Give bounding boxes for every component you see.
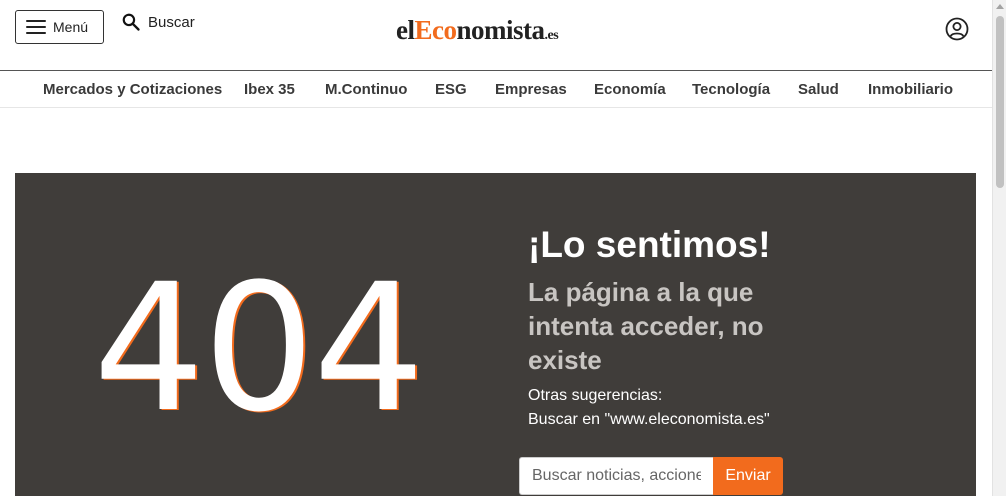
error-code: 404: [93, 246, 425, 451]
suggestions-title: Otras sugerencias:: [528, 387, 663, 404]
nav-item-inmobiliario[interactable]: Inmobiliario: [868, 81, 953, 98]
news-search-form: Enviar: [519, 457, 783, 495]
nav-item-mercados[interactable]: Mercados y Cotizaciones: [43, 81, 222, 98]
scroll-up-arrow-icon[interactable]: [996, 4, 1004, 9]
logo-text-tld: .es: [544, 28, 559, 43]
menu-button-label: Menú: [53, 19, 89, 35]
hamburger-icon: [26, 20, 46, 34]
search-button-label: Buscar: [148, 13, 195, 31]
user-account-icon[interactable]: [945, 17, 969, 41]
nav-item-mcontinuo[interactable]: M.Continuo: [325, 81, 407, 98]
menu-button[interactable]: Menú: [15, 10, 104, 44]
logo-text-accent: Eco: [414, 15, 458, 45]
main-navigation: Mercados y Cotizaciones Ibex 35 M.Contin…: [0, 72, 992, 108]
vertical-scrollbar[interactable]: [992, 0, 1006, 496]
nav-item-ibex35[interactable]: Ibex 35: [244, 81, 295, 98]
nav-item-economia[interactable]: Economía: [594, 81, 666, 98]
search-button[interactable]: Buscar: [121, 12, 195, 32]
error-message: La página a la que intenta acceder, no e…: [528, 277, 764, 375]
logo-text-el: el: [396, 15, 415, 45]
nav-item-empresas[interactable]: Empresas: [495, 81, 567, 98]
site-header: Menú Buscar elEconomista.es: [0, 0, 992, 71]
news-search-input[interactable]: [519, 457, 713, 495]
error-title: ¡Lo sentimos!: [528, 224, 771, 265]
nav-item-esg[interactable]: ESG: [435, 81, 467, 98]
nav-item-salud[interactable]: Salud: [798, 81, 839, 98]
suggestion-search-link[interactable]: Buscar en "www.eleconomista.es": [528, 411, 770, 429]
logo-text-nomista: nomista: [456, 15, 546, 45]
submit-button[interactable]: Enviar: [713, 457, 783, 495]
search-icon: [122, 13, 140, 31]
page: Menú Buscar elEconomista.es Mercados y C…: [0, 0, 1006, 496]
error-404-panel: 404 ¡Lo sentimos! La página a la que int…: [15, 173, 976, 496]
site-logo[interactable]: elEconomista.es: [396, 15, 559, 46]
scrollbar-thumb[interactable]: [996, 16, 1004, 188]
nav-item-tecnologia[interactable]: Tecnología: [692, 81, 770, 98]
